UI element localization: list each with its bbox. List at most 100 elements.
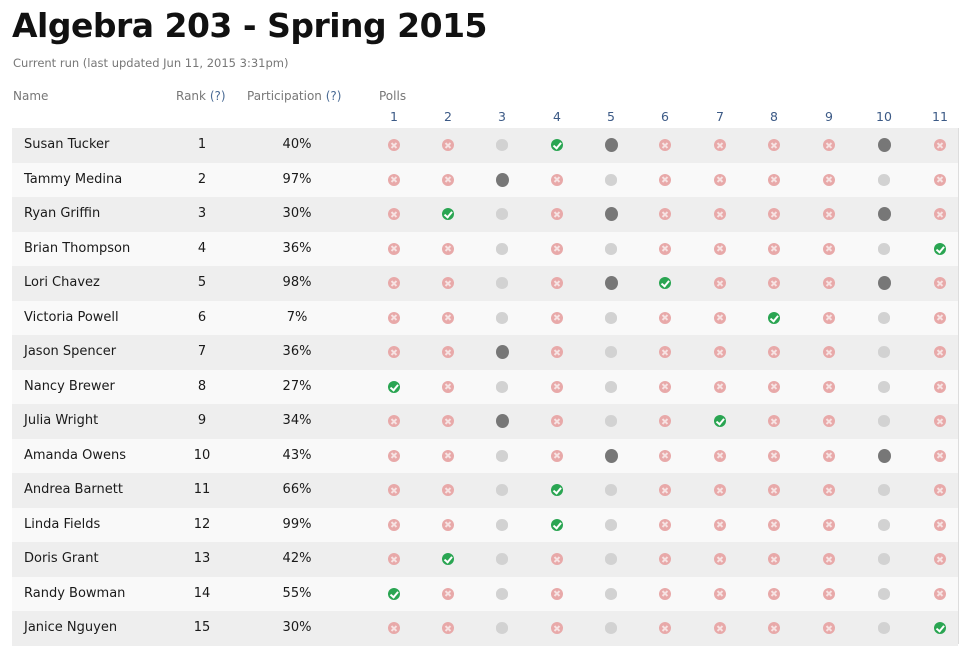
answered-dot-icon[interactable] xyxy=(605,138,618,152)
no-response-dot-icon[interactable] xyxy=(605,518,617,531)
no-response-dot-icon[interactable] xyxy=(878,587,890,600)
incorrect-icon[interactable] xyxy=(823,139,835,151)
incorrect-icon[interactable] xyxy=(768,346,780,358)
correct-check-icon[interactable] xyxy=(551,484,563,496)
no-response-dot-icon[interactable] xyxy=(605,553,617,565)
poll-header-5[interactable]: 5 xyxy=(596,109,626,124)
incorrect-icon[interactable] xyxy=(388,242,400,255)
incorrect-icon[interactable] xyxy=(714,518,726,531)
answered-dot-icon[interactable] xyxy=(878,207,891,221)
incorrect-icon[interactable] xyxy=(659,346,671,358)
incorrect-icon[interactable] xyxy=(823,518,835,531)
rank-help-link[interactable]: (?) xyxy=(210,89,226,103)
no-response-dot-icon[interactable] xyxy=(605,173,617,186)
table-row[interactable]: Amanda Owens 10 43% xyxy=(12,438,958,473)
incorrect-icon[interactable] xyxy=(823,622,835,634)
incorrect-icon[interactable] xyxy=(714,484,726,496)
incorrect-icon[interactable] xyxy=(551,311,563,324)
no-response-dot-icon[interactable] xyxy=(496,587,508,600)
incorrect-icon[interactable] xyxy=(659,449,671,462)
incorrect-icon[interactable] xyxy=(934,415,946,427)
table-row[interactable]: Susan Tucker 1 40% xyxy=(12,128,958,163)
incorrect-icon[interactable] xyxy=(823,553,835,565)
incorrect-icon[interactable] xyxy=(551,277,563,289)
table-row[interactable]: Janice Nguyen 15 30% xyxy=(12,611,958,646)
no-response-dot-icon[interactable] xyxy=(605,380,617,393)
correct-check-icon[interactable] xyxy=(388,587,400,600)
poll-header-9[interactable]: 9 xyxy=(814,109,844,124)
student-name[interactable]: Julia Wright xyxy=(24,404,98,439)
table-row[interactable]: Lori Chavez 5 98% xyxy=(12,266,958,301)
incorrect-icon[interactable] xyxy=(823,208,835,220)
incorrect-icon[interactable] xyxy=(659,139,671,151)
incorrect-icon[interactable] xyxy=(823,484,835,496)
incorrect-icon[interactable] xyxy=(551,622,563,634)
incorrect-icon[interactable] xyxy=(442,139,454,151)
table-row[interactable]: Randy Bowman 14 55% xyxy=(12,576,958,611)
no-response-dot-icon[interactable] xyxy=(878,173,890,186)
poll-header-2[interactable]: 2 xyxy=(433,109,463,124)
incorrect-icon[interactable] xyxy=(388,346,400,358)
student-name[interactable]: Nancy Brewer xyxy=(24,370,115,405)
incorrect-icon[interactable] xyxy=(823,415,835,427)
no-response-dot-icon[interactable] xyxy=(496,622,508,634)
student-name[interactable]: Doris Grant xyxy=(24,542,99,577)
poll-header-3[interactable]: 3 xyxy=(487,109,517,124)
answered-dot-icon[interactable] xyxy=(878,448,891,463)
incorrect-icon[interactable] xyxy=(442,484,454,496)
incorrect-icon[interactable] xyxy=(934,208,946,220)
incorrect-icon[interactable] xyxy=(442,277,454,289)
incorrect-icon[interactable] xyxy=(714,277,726,289)
incorrect-icon[interactable] xyxy=(551,242,563,255)
incorrect-icon[interactable] xyxy=(442,415,454,427)
incorrect-icon[interactable] xyxy=(551,380,563,393)
incorrect-icon[interactable] xyxy=(442,587,454,600)
student-name[interactable]: Susan Tucker xyxy=(24,128,109,163)
correct-check-icon[interactable] xyxy=(659,277,671,289)
incorrect-icon[interactable] xyxy=(659,311,671,324)
no-response-dot-icon[interactable] xyxy=(605,311,617,324)
incorrect-icon[interactable] xyxy=(714,208,726,220)
student-name[interactable]: Andrea Barnett xyxy=(24,473,123,508)
no-response-dot-icon[interactable] xyxy=(878,484,890,496)
incorrect-icon[interactable] xyxy=(388,311,400,324)
no-response-dot-icon[interactable] xyxy=(878,346,890,358)
incorrect-icon[interactable] xyxy=(714,380,726,393)
incorrect-icon[interactable] xyxy=(442,173,454,186)
correct-check-icon[interactable] xyxy=(388,380,400,393)
incorrect-icon[interactable] xyxy=(934,173,946,186)
no-response-dot-icon[interactable] xyxy=(605,484,617,496)
incorrect-icon[interactable] xyxy=(934,518,946,531)
incorrect-icon[interactable] xyxy=(659,484,671,496)
incorrect-icon[interactable] xyxy=(551,208,563,220)
incorrect-icon[interactable] xyxy=(659,380,671,393)
incorrect-icon[interactable] xyxy=(714,242,726,255)
table-row[interactable]: Ryan Griffin 3 30% xyxy=(12,197,958,232)
incorrect-icon[interactable] xyxy=(659,415,671,427)
answered-dot-icon[interactable] xyxy=(496,414,509,428)
incorrect-icon[interactable] xyxy=(714,587,726,600)
no-response-dot-icon[interactable] xyxy=(496,208,508,220)
poll-header-1[interactable]: 1 xyxy=(379,109,409,124)
incorrect-icon[interactable] xyxy=(551,173,563,186)
table-row[interactable]: Tammy Medina 2 97% xyxy=(12,162,958,197)
no-response-dot-icon[interactable] xyxy=(878,622,890,634)
incorrect-icon[interactable] xyxy=(714,173,726,186)
incorrect-icon[interactable] xyxy=(551,346,563,358)
incorrect-icon[interactable] xyxy=(768,449,780,462)
no-response-dot-icon[interactable] xyxy=(605,242,617,255)
table-row[interactable]: Linda Fields 12 99% xyxy=(12,507,958,542)
no-response-dot-icon[interactable] xyxy=(878,311,890,324)
incorrect-icon[interactable] xyxy=(934,484,946,496)
incorrect-icon[interactable] xyxy=(388,622,400,634)
incorrect-icon[interactable] xyxy=(659,173,671,186)
incorrect-icon[interactable] xyxy=(823,242,835,255)
participation-label[interactable]: Participation xyxy=(247,89,322,103)
no-response-dot-icon[interactable] xyxy=(605,622,617,634)
student-name[interactable]: Ryan Griffin xyxy=(24,197,100,232)
incorrect-icon[interactable] xyxy=(659,208,671,220)
incorrect-icon[interactable] xyxy=(823,277,835,289)
correct-check-icon[interactable] xyxy=(714,415,726,427)
incorrect-icon[interactable] xyxy=(714,346,726,358)
table-row[interactable]: Victoria Powell 6 7% xyxy=(12,300,958,335)
